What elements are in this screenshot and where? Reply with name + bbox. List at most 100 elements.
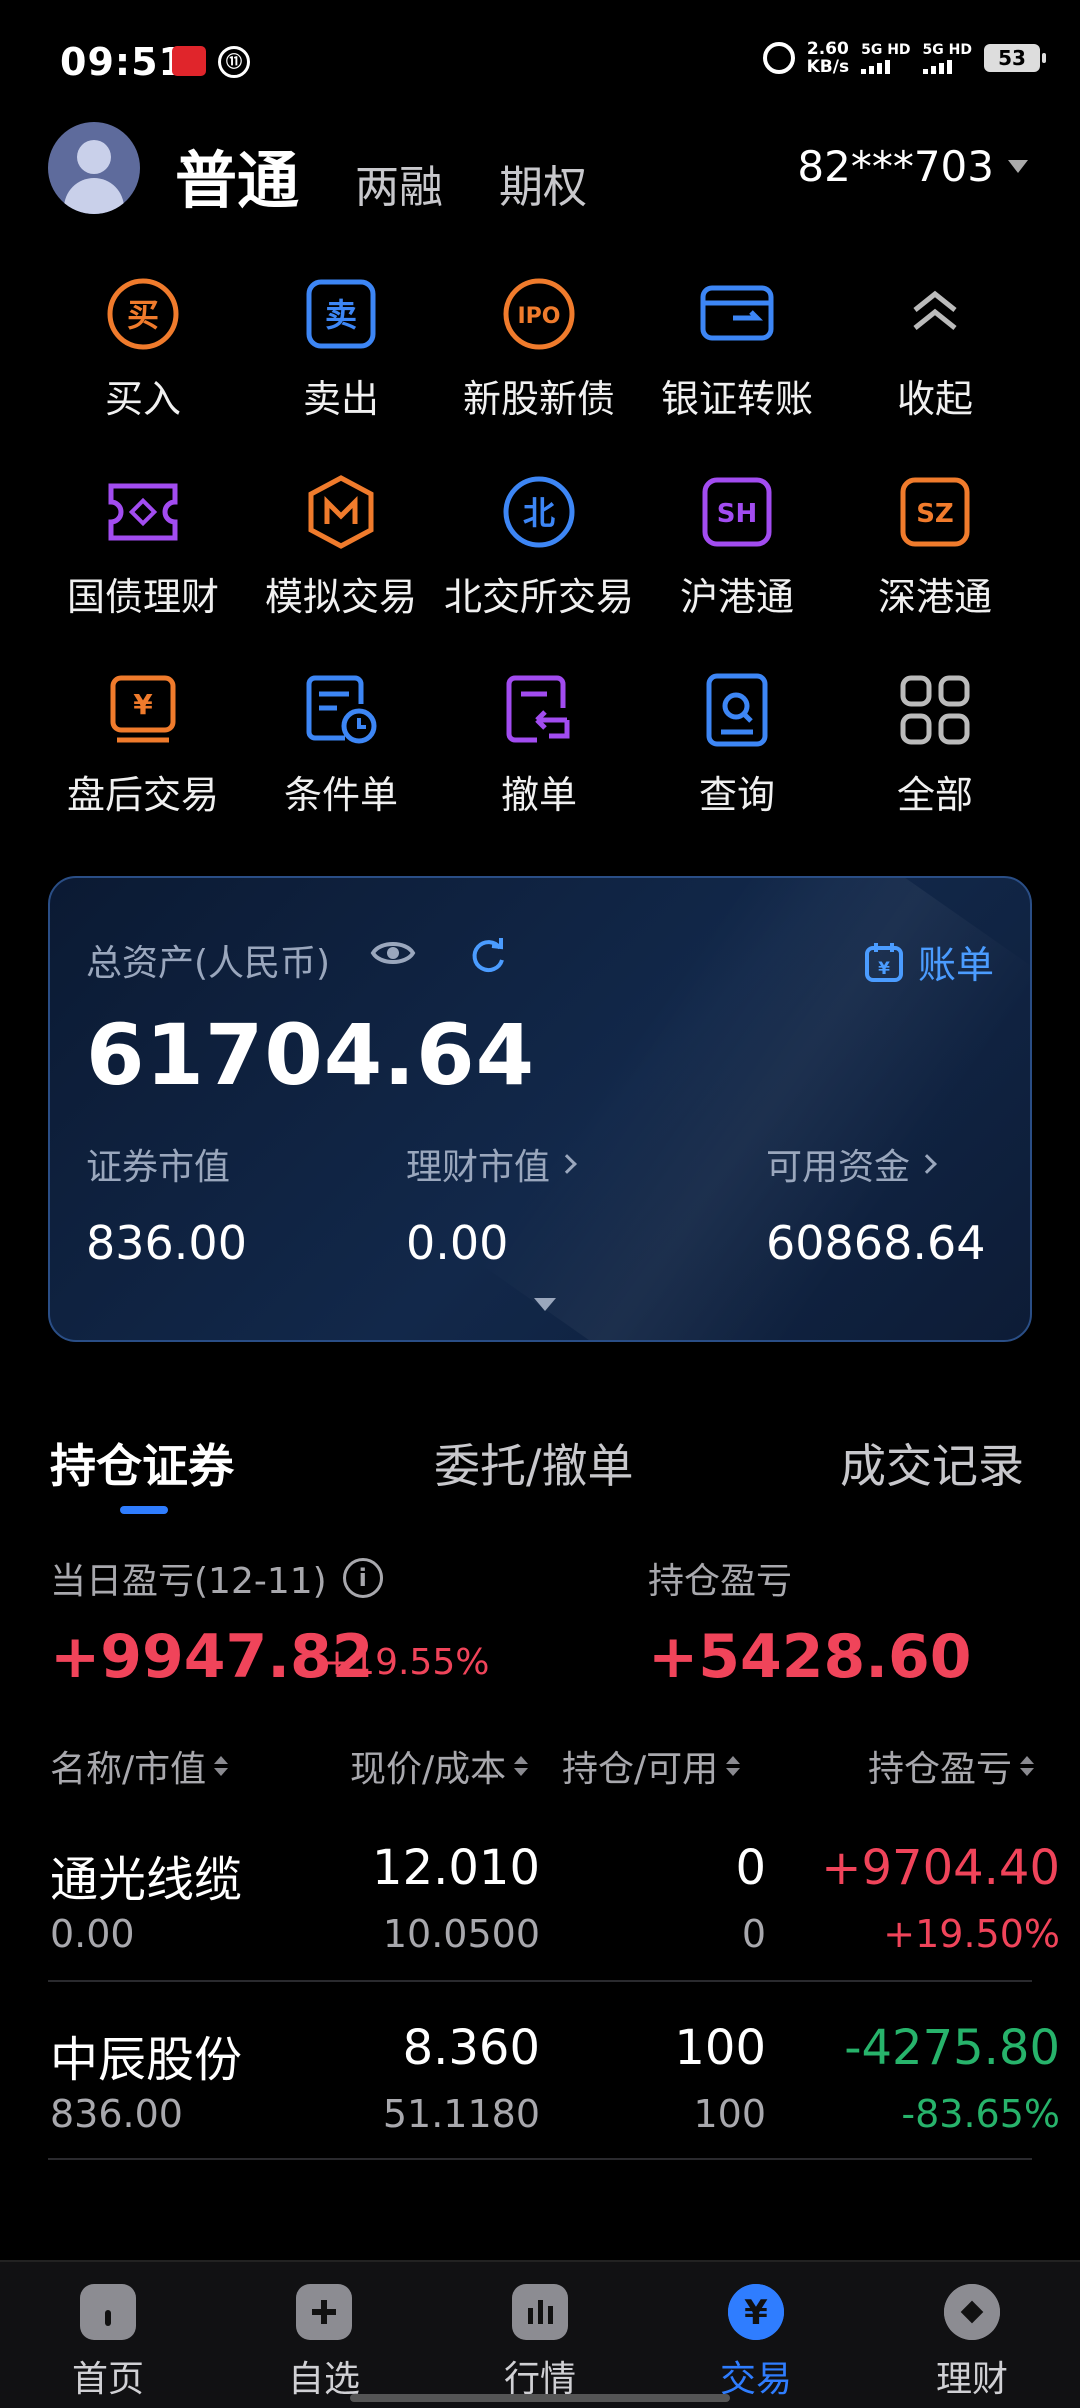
- table-row[interactable]: 通光线缆 0.00 12.010 10.0500 0 0 +9704.40 +1…: [0, 1816, 1080, 1996]
- total-assets-value: 61704.64: [86, 1006, 536, 1104]
- query-icon: [699, 672, 775, 748]
- menu-sz-hk-connect[interactable]: SZ 深港通: [836, 468, 1034, 666]
- available-funds-block[interactable]: 可用资金 60868.64: [766, 1138, 986, 1270]
- menu-label: 条件单: [283, 773, 398, 817]
- menu-label: 全部: [896, 773, 973, 817]
- svg-text:¥: ¥: [744, 2293, 768, 2333]
- wealth-value-block[interactable]: 理财市值 0.00: [406, 1138, 577, 1270]
- tab-trades[interactable]: 成交记录: [840, 1430, 1024, 1496]
- chevron-down-icon: [1008, 160, 1028, 173]
- net-speed-value: 2.60: [806, 39, 849, 59]
- sz-hk-connect-icon: SZ: [897, 474, 973, 550]
- menu-label: 买入: [104, 377, 181, 421]
- wealth-value: 0.00: [406, 1216, 509, 1270]
- sh-hk-connect-icon: SH: [699, 474, 775, 550]
- menu-query[interactable]: 查询: [638, 666, 836, 864]
- stock-pnl-percent: +19.50%: [883, 1912, 1060, 1956]
- buy-icon: 买: [105, 276, 181, 352]
- notification-app-icon: [172, 46, 206, 76]
- svg-text:¥: ¥: [878, 959, 890, 979]
- avatar[interactable]: [48, 122, 140, 214]
- nav-market[interactable]: 行情: [460, 2284, 620, 2402]
- nav-trade[interactable]: ¥ 交易: [676, 2284, 836, 2402]
- home-icon: [80, 2284, 136, 2340]
- menu-simulated-trade[interactable]: 模拟交易: [242, 468, 440, 666]
- available-label: 可用资金: [766, 1147, 911, 1188]
- menu-cancel-order[interactable]: 撤单: [440, 666, 638, 864]
- stock-name: 通光线缆: [50, 1852, 243, 1908]
- daily-pnl-percent: +19.55%: [322, 1642, 490, 1683]
- header-position-available[interactable]: 持仓/可用: [562, 1740, 741, 1792]
- stock-pnl: +9704.40: [821, 1840, 1060, 1896]
- menu-bse[interactable]: 北 北交所交易: [440, 468, 638, 666]
- header-price-cost[interactable]: 现价/成本: [350, 1740, 529, 1792]
- sim2-label: 5G HD: [922, 42, 972, 58]
- cancel-order-icon: [501, 672, 577, 748]
- menu-label: 卖出: [302, 377, 379, 421]
- status-indicators: 2.60 KB/s 5G HD 5G HD 53: [762, 39, 1046, 77]
- holding-pnl-value: +5428.60: [648, 1622, 972, 1692]
- bank-transfer-icon: [699, 276, 775, 352]
- tab-margin[interactable]: 两融: [355, 151, 443, 215]
- svg-text:买: 买: [127, 296, 159, 334]
- tab-indicator: [120, 1506, 168, 1514]
- collapse-icon: [897, 276, 973, 352]
- stock-price: 12.010: [372, 1840, 540, 1896]
- simulated-trade-icon: [303, 474, 379, 550]
- menu-collapse[interactable]: 收起: [836, 270, 1034, 468]
- svg-text:IPO: IPO: [517, 304, 560, 329]
- header-label: 持仓/可用: [562, 1749, 719, 1790]
- info-icon[interactable]: i: [342, 1558, 383, 1598]
- stock-market-value: 836.00: [50, 2092, 183, 2136]
- eye-icon[interactable]: [370, 936, 416, 974]
- status-time: 09:51: [60, 40, 186, 84]
- available-value: 60868.64: [766, 1216, 986, 1270]
- daily-pnl-label-block: 当日盈亏(12-11) i: [50, 1552, 383, 1604]
- notification-badge-icon: ⑪: [218, 46, 250, 78]
- sort-icon: [514, 1756, 529, 1776]
- tab-normal[interactable]: 普通: [175, 130, 299, 220]
- menu-after-hours[interactable]: ¥ 盘后交易: [44, 666, 242, 864]
- expand-caret-icon[interactable]: [534, 1298, 556, 1311]
- header-label: 现价/成本: [350, 1749, 507, 1790]
- menu-all[interactable]: 全部: [836, 666, 1034, 864]
- market-icon: [512, 2284, 568, 2340]
- nav-wealth[interactable]: 理财: [892, 2284, 1052, 2402]
- nav-watchlist[interactable]: 自选: [244, 2284, 404, 2402]
- menu-label: 盘后交易: [66, 773, 219, 817]
- account-selector[interactable]: 82***703: [797, 142, 1028, 191]
- conditional-order-icon: [303, 672, 379, 748]
- menu-buy[interactable]: 买 买入: [44, 270, 242, 468]
- daily-pnl-label: 当日盈亏(12-11): [50, 1561, 327, 1602]
- tab-options[interactable]: 期权: [499, 151, 587, 215]
- refresh-icon[interactable]: [468, 936, 508, 980]
- bill-button[interactable]: ¥ 账单: [864, 934, 994, 989]
- stock-position: 0: [735, 1840, 766, 1896]
- stock-pnl-percent: -83.65%: [901, 2092, 1060, 2136]
- menu-label: 北交所交易: [443, 575, 634, 619]
- menu-label: 撤单: [500, 773, 577, 817]
- tab-holdings[interactable]: 持仓证券: [50, 1430, 234, 1496]
- bse-icon: 北: [501, 474, 577, 550]
- menu-conditional-order[interactable]: 条件单: [242, 666, 440, 864]
- after-hours-icon: ¥: [105, 672, 181, 748]
- menu-bank-transfer[interactable]: 银证转账: [638, 270, 836, 468]
- securities-value-block: 证券市值 836.00: [86, 1138, 247, 1270]
- trade-icon: ¥: [728, 2284, 784, 2340]
- table-row[interactable]: 中辰股份 836.00 8.360 51.1180 100 100 -4275.…: [0, 1996, 1080, 2176]
- tab-orders[interactable]: 委托/撤单: [434, 1430, 634, 1496]
- menu-sell[interactable]: 卖 卖出: [242, 270, 440, 468]
- position-tabs: 持仓证券 委托/撤单 成交记录: [0, 1420, 1080, 1514]
- header-holding-pnl[interactable]: 持仓盈亏: [868, 1740, 1035, 1792]
- stock-market-value: 0.00: [50, 1912, 135, 1956]
- menu-ipo[interactable]: IPO 新股新债: [440, 270, 638, 468]
- stock-pnl: -4275.80: [844, 2020, 1060, 2076]
- nav-home[interactable]: 首页: [28, 2284, 188, 2402]
- menu-bond[interactable]: 国债理财: [44, 468, 242, 666]
- header-name-mv[interactable]: 名称/市值: [50, 1740, 229, 1792]
- menu-sh-hk-connect[interactable]: SH 沪港通: [638, 468, 836, 666]
- holding-pnl-label: 持仓盈亏: [648, 1561, 793, 1602]
- net-speed-unit: KB/s: [806, 57, 850, 77]
- stock-available: 100: [693, 2092, 766, 2136]
- sort-icon: [214, 1756, 229, 1776]
